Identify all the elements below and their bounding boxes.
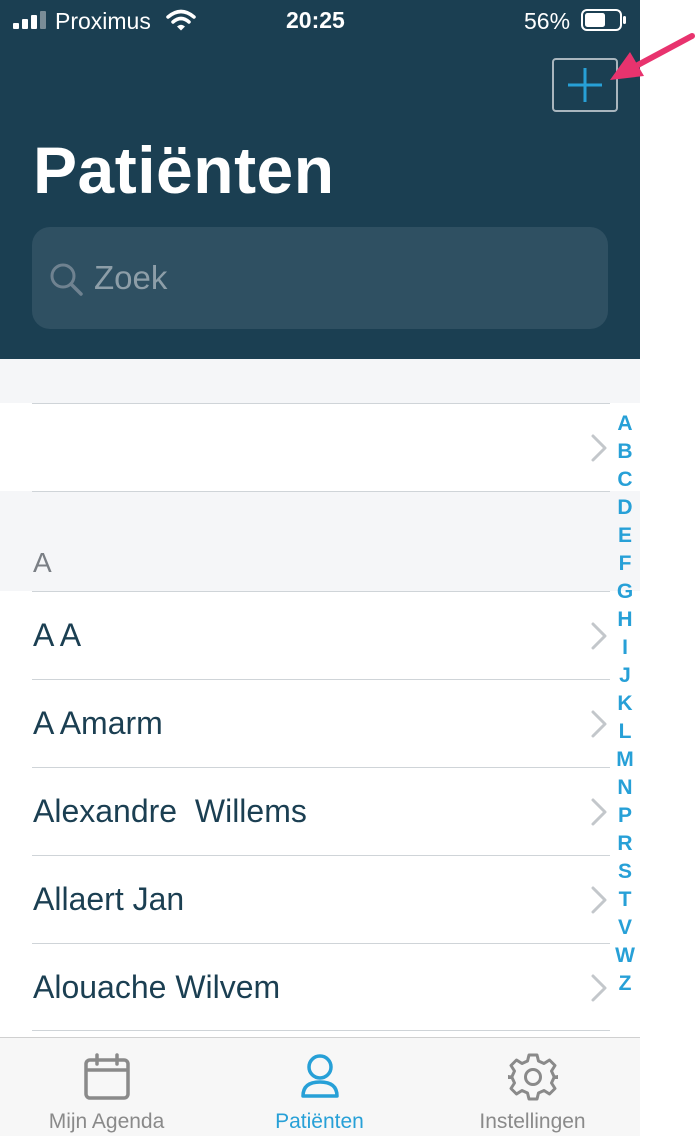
index-letter-n[interactable]: N [610,774,640,802]
margin [640,0,698,1136]
list-item[interactable]: A A [0,591,610,679]
tab-label: Instellingen [479,1110,586,1133]
header: Proximus 20:25 56% Patiënten Zoek [0,0,640,359]
section-header-a [0,491,640,591]
tab-label: Mijn Agenda [48,1110,165,1133]
row-divider [32,491,610,492]
tab-mijn-agenda[interactable]: Mijn Agenda [0,1038,213,1136]
row-divider [32,591,610,592]
list-item[interactable] [0,403,610,491]
plus-icon [568,68,602,102]
row-divider [32,855,610,856]
index-letter-s[interactable]: S [610,858,640,886]
index-letter-t[interactable]: T [610,886,640,914]
index-letter-i[interactable]: I [610,634,640,662]
carrier-label: Proximus [55,8,151,34]
battery-icon [581,9,626,31]
search-icon [50,263,83,296]
chevron-right-icon [591,798,607,826]
signal-icon [13,11,46,29]
annotation-arrow-icon [610,33,695,80]
tab-bar: Mijn Agenda Patiënten Instellingen [0,1037,640,1136]
index-letter-f[interactable]: F [610,550,640,578]
tab-patienten[interactable]: Patiënten [213,1038,426,1136]
page-title: Patiënten [33,133,335,207]
patient-name: A Amarm [33,705,163,741]
chevron-right-icon [591,622,607,650]
index-letter-e[interactable]: E [610,522,640,550]
row-divider [32,403,610,404]
index-letter-v[interactable]: V [610,914,640,942]
index-letter-g[interactable]: G [610,578,640,606]
patient-name: A A [33,617,82,653]
patient-name: Allaert Jan [33,881,185,917]
status-bar: Proximus 20:25 56% [0,0,640,40]
alphabet-index[interactable]: ABCDEFGHIJKLMNPRSTVWZ [610,410,640,998]
index-letter-p[interactable]: P [610,802,640,830]
wifi-icon [166,9,196,31]
chevron-right-icon [591,974,607,1002]
chevron-right-icon [591,710,607,738]
index-letter-w[interactable]: W [610,942,640,970]
list-item[interactable]: Allaert Jan [0,855,610,943]
patient-name: Alexandre Willems [33,793,307,829]
list-item[interactable]: Alexandre Willems [0,767,610,855]
search-input[interactable]: Zoek [32,227,608,329]
index-letter-c[interactable]: C [610,466,640,494]
app-screen: Proximus 20:25 56% Patiënten Zoek A A A … [0,0,640,1136]
list-spacer [0,359,640,403]
index-letter-a[interactable]: A [610,410,640,438]
tab-instellingen[interactable]: Instellingen [426,1038,639,1136]
search-placeholder: Zoek [94,259,168,296]
index-letter-h[interactable]: H [610,606,640,634]
chevron-right-icon [591,886,607,914]
row-divider [32,1030,610,1031]
patient-name: Alouache Wilvem [33,969,281,1005]
index-letter-j[interactable]: J [610,662,640,690]
tab-label: Patiënten [275,1110,364,1133]
row-divider [32,767,610,768]
clock: 20:25 [286,7,345,33]
chevron-right-icon [591,434,607,462]
index-letter-r[interactable]: R [610,830,640,858]
section-label: A [33,547,52,578]
index-letter-z[interactable]: Z [610,970,640,998]
index-letter-d[interactable]: D [610,494,640,522]
index-letter-k[interactable]: K [610,690,640,718]
row-divider [32,943,610,944]
index-letter-l[interactable]: L [610,718,640,746]
gear-icon [507,1053,558,1101]
list-item[interactable]: Alouache Wilvem [0,943,610,1031]
battery-percentage: 56% [524,8,571,34]
list-item[interactable]: A Amarm [0,679,610,767]
row-divider [32,679,610,680]
person-icon [300,1054,339,1098]
calendar-icon [83,1053,130,1100]
index-letter-m[interactable]: M [610,746,640,774]
index-letter-b[interactable]: B [610,438,640,466]
